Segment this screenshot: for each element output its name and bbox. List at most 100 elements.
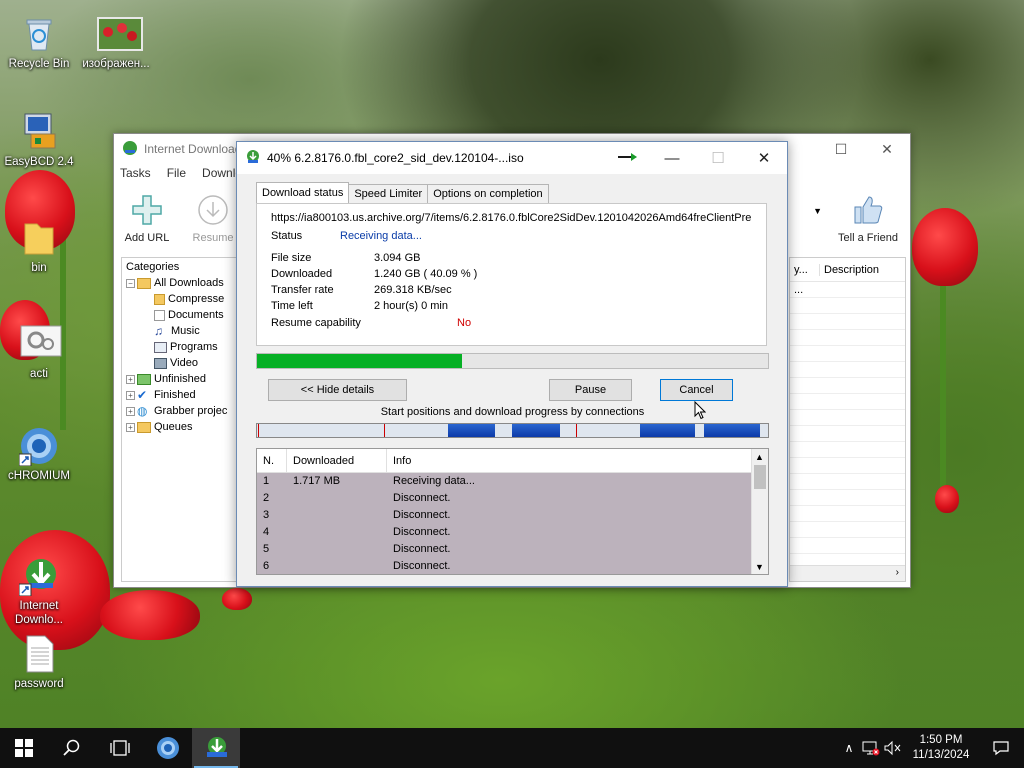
cell-n: 6 — [263, 560, 270, 572]
tab-speed-limiter[interactable]: Speed Limiter — [348, 184, 429, 203]
tab-download-status[interactable]: Download status — [256, 182, 350, 203]
search-button[interactable] — [48, 728, 96, 768]
close-icon[interactable]: ✕ — [741, 142, 787, 174]
scroll-right-icon[interactable]: › — [896, 567, 899, 578]
categories-panel[interactable]: Categories − All Downloads Compresse Doc… — [121, 257, 239, 582]
table-row[interactable]: ... — [790, 282, 905, 298]
desktop-icon-image-file[interactable]: изображен... — [78, 14, 154, 71]
download-url: https://ia800103.us.archive.org/7/items/… — [271, 212, 752, 224]
category-unfinished[interactable]: + Unfinished — [126, 371, 234, 387]
table-row[interactable]: 3 Disconnect. — [257, 507, 768, 524]
network-disconnected-icon[interactable] — [860, 740, 882, 756]
cancel-button[interactable]: Cancel — [660, 379, 733, 401]
table-row[interactable]: 1 1.717 MB Receiving data... — [257, 473, 768, 490]
table-row[interactable]: 4 Disconnect. — [257, 524, 768, 541]
column-header-info[interactable]: Info — [387, 449, 751, 472]
connections-table[interactable]: N. Downloaded Info 1 1.717 MB Receiving da… — [256, 448, 769, 575]
column-header-truncated[interactable]: y... — [790, 263, 820, 276]
minimize-icon[interactable]: — — [649, 142, 695, 174]
cell-n: 5 — [263, 543, 270, 555]
vertical-scrollbar[interactable]: ▲ ▼ — [751, 449, 768, 574]
category-compressed[interactable]: Compresse — [126, 291, 234, 307]
table-row[interactable]: 2 Disconnect. — [257, 490, 768, 507]
collapse-icon[interactable]: − — [126, 278, 135, 288]
taskbar-chromium[interactable] — [144, 728, 192, 768]
desktop-icon-recycle-bin[interactable]: Recycle Bin — [1, 14, 77, 71]
connection-progress-segment — [512, 424, 560, 437]
category-documents[interactable]: Documents — [126, 307, 234, 323]
category-grabber-projects[interactable]: + ◍ Grabber projec — [126, 403, 234, 419]
table-row[interactable]: 6 Disconnect. — [257, 558, 768, 574]
table-row — [790, 314, 905, 330]
table-row — [790, 506, 905, 522]
desktop-icon-internet-download-manager[interactable]: Internet Downlo... — [1, 528, 77, 627]
table-row — [790, 538, 905, 554]
zip-folder-icon — [154, 293, 165, 305]
tulip-flower — [912, 208, 978, 286]
resume-capability-row: Resume capability No — [271, 317, 472, 329]
menu-tasks[interactable]: Tasks — [120, 166, 151, 180]
action-center-button[interactable] — [978, 739, 1024, 757]
expand-icon[interactable]: + — [126, 390, 135, 400]
menu-file[interactable]: File — [167, 166, 186, 180]
cell-info: Disconnect. — [393, 509, 451, 521]
main-window-title: Internet Download — [144, 142, 242, 156]
dialog-titlebar[interactable]: 40% 6.2.8176.0.fbl_core2_sid_dev.120104-… — [237, 142, 787, 174]
expand-icon[interactable]: + — [126, 422, 135, 432]
cell-info: Disconnect. — [393, 492, 451, 504]
taskbar-internet-download-manager[interactable] — [192, 728, 240, 768]
category-finished[interactable]: + ✔ Finished — [126, 387, 234, 403]
expand-icon[interactable]: + — [126, 406, 135, 416]
downloads-list-panel[interactable]: y... Description ... › — [789, 257, 906, 582]
table-row — [790, 298, 905, 314]
category-all-downloads[interactable]: − All Downloads — [126, 275, 234, 291]
cell-n: 2 — [263, 492, 270, 504]
add-url-button[interactable]: Add URL — [114, 192, 180, 244]
close-icon[interactable]: ✕ — [864, 141, 910, 158]
show-hidden-icons-chevron-icon[interactable]: ∧ — [838, 741, 860, 755]
volume-muted-icon[interactable] — [882, 740, 904, 756]
scroll-up-icon[interactable]: ▲ — [755, 452, 764, 462]
connections-label: Start positions and download progress by… — [380, 406, 645, 418]
maximize-icon[interactable]: ☐ — [818, 141, 864, 158]
unfinished-folder-icon — [137, 373, 151, 385]
cell-downloaded — [287, 524, 387, 541]
horizontal-scrollbar[interactable]: › — [790, 565, 905, 581]
tab-options-on-completion[interactable]: Options on completion — [427, 184, 549, 203]
scroll-down-icon[interactable]: ▼ — [755, 562, 764, 572]
desktop-icon-bin-folder[interactable]: bin — [1, 218, 77, 275]
table-row — [790, 330, 905, 346]
category-music[interactable]: ♫ Music — [126, 323, 234, 339]
start-button[interactable] — [0, 728, 48, 768]
cell-downloaded — [287, 558, 387, 574]
queue-folder-icon — [137, 421, 151, 433]
expand-icon[interactable]: + — [126, 374, 135, 384]
idm-dialog-icon — [245, 149, 261, 168]
column-header-description[interactable]: Description — [820, 264, 879, 276]
globe-icon: ◍ — [137, 404, 148, 418]
category-queues[interactable]: + Queues — [126, 419, 234, 435]
category-video[interactable]: Video — [126, 355, 234, 371]
category-programs[interactable]: Programs — [126, 339, 234, 355]
table-row[interactable]: 5 Disconnect. — [257, 541, 768, 558]
connection-progress-segment — [640, 424, 695, 437]
scrollbar-thumb[interactable] — [754, 465, 766, 489]
desktop-icon-chromium[interactable]: cHROMIUM — [1, 426, 77, 483]
transfer-rate-row: Transfer rate 269.318 KB/sec — [271, 284, 452, 296]
connections-table-header: N. Downloaded Info — [257, 449, 768, 473]
desktop-icon-easybcd[interactable]: EasyBCD 2.4 — [1, 112, 77, 169]
cell-info: Receiving data... — [393, 475, 475, 487]
desktop-icon-acti[interactable]: acti — [1, 324, 77, 381]
toolbar-overflow-chevron-icon[interactable]: ▼ — [813, 206, 822, 216]
tell-a-friend-button[interactable]: Tell a Friend — [826, 192, 910, 244]
column-header-downloaded[interactable]: Downloaded — [287, 449, 387, 472]
task-view-button[interactable] — [96, 728, 144, 768]
hide-details-button[interactable]: << Hide details — [268, 379, 407, 401]
pause-button[interactable]: Pause — [549, 379, 632, 401]
checkmark-icon: ✔ — [137, 388, 148, 402]
taskbar-clock[interactable]: 1:50 PM 11/13/2024 — [904, 733, 978, 763]
download-progress-dialog[interactable]: 40% 6.2.8176.0.fbl_core2_sid_dev.120104-… — [236, 141, 788, 587]
chromium-icon — [18, 426, 59, 467]
desktop-icon-password-file[interactable]: password — [1, 634, 77, 691]
column-header-n[interactable]: N. — [257, 449, 287, 472]
